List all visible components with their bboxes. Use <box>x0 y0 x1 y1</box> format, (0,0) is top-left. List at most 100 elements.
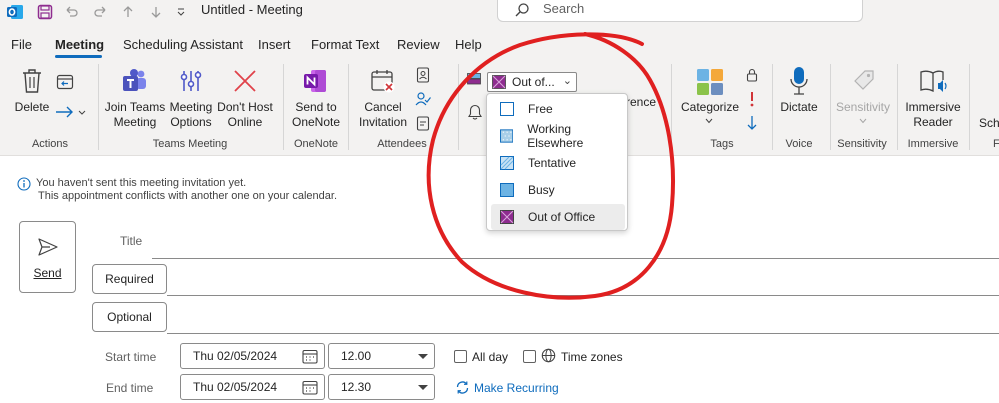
recurrence-icon[interactable] <box>455 380 470 395</box>
show-as-option-out-of-office[interactable]: Out of Office <box>491 204 625 230</box>
sensitivity-button: Sensitivity <box>835 100 891 114</box>
cancel-invitation-icon[interactable] <box>368 66 398 96</box>
address-book-icon[interactable] <box>414 66 432 84</box>
immersive-reader-icon[interactable] <box>917 66 951 96</box>
separator <box>348 64 349 150</box>
send-button[interactable]: Send <box>19 221 76 293</box>
cancel-invitation-line1: Cancel <box>364 100 402 114</box>
delete-icon[interactable] <box>18 66 46 96</box>
show-as-option-busy[interactable]: Busy <box>491 177 625 203</box>
info-message-line1: You haven't sent this meeting invitation… <box>36 177 247 189</box>
time-zones-globe-icon[interactable] <box>541 348 556 363</box>
end-time-field[interactable]: 12.30 <box>328 374 435 400</box>
low-importance-icon[interactable] <box>744 114 760 132</box>
search-input[interactable]: Search <box>497 0 863 22</box>
search-icon <box>515 3 529 17</box>
meeting-options-line2: Options <box>170 115 212 129</box>
save-icon[interactable] <box>34 0 56 24</box>
show-as-option-free[interactable]: Free <box>491 96 625 122</box>
delete-button[interactable]: Delete <box>12 100 52 115</box>
free-swatch-icon <box>500 102 514 116</box>
immersive-line2: Reader <box>913 115 953 129</box>
categorize-icon[interactable] <box>694 66 726 98</box>
separator <box>830 64 831 150</box>
separator <box>969 64 970 150</box>
private-lock-icon[interactable] <box>744 66 760 84</box>
immersive-reader-button[interactable]: Immersive Reader <box>902 100 964 130</box>
schedule-cutoff-label[interactable]: Sch <box>979 116 999 130</box>
cancel-invitation-button[interactable]: Cancel Invitation <box>356 100 410 130</box>
start-date-field[interactable]: Thu 02/05/2024 <box>180 343 325 369</box>
show-as-option-label: Tentative <box>528 156 577 170</box>
separator <box>671 64 672 150</box>
outlook-icon <box>4 0 26 24</box>
dont-host-online-button[interactable]: Don't Host Online <box>214 100 276 130</box>
tab-review[interactable]: Review <box>397 37 440 52</box>
close-x-icon[interactable] <box>230 66 260 96</box>
optional-button[interactable]: Optional <box>92 302 167 332</box>
redo-icon[interactable] <box>90 0 110 24</box>
optional-input[interactable] <box>167 333 999 334</box>
tab-format-text[interactable]: Format Text <box>311 37 379 52</box>
microphone-icon[interactable] <box>786 64 812 98</box>
title-input[interactable] <box>152 258 999 259</box>
group-actions-label: Actions <box>31 138 69 150</box>
show-as-option-working-elsewhere[interactable]: Working Elsewhere <box>491 122 625 150</box>
window-title: Untitled - Meeting <box>201 2 303 17</box>
tab-insert[interactable]: Insert <box>258 37 291 52</box>
end-time-value: 12.30 <box>341 380 372 394</box>
tab-meeting[interactable]: Meeting <box>55 37 104 52</box>
make-recurring-link[interactable]: Make Recurring <box>474 381 559 395</box>
time-zones-checkbox[interactable] <box>523 350 536 363</box>
forward-icon[interactable] <box>54 102 88 122</box>
calendar-move-icon[interactable] <box>54 72 76 92</box>
reminder-bell-icon[interactable] <box>466 102 484 122</box>
separator <box>98 64 99 150</box>
customize-quick-access-icon[interactable] <box>172 0 190 24</box>
response-options-icon[interactable] <box>414 114 432 132</box>
dont-host-line2: Online <box>227 115 263 129</box>
end-date-field[interactable]: Thu 02/05/2024 <box>180 374 325 400</box>
categorize-button[interactable]: Categorize <box>680 100 740 115</box>
meeting-options-button[interactable]: Meeting Options <box>166 100 216 130</box>
group-immersive-label: Immersive <box>907 138 959 150</box>
required-button[interactable]: Required <box>92 264 167 294</box>
group-cutoff-label: F <box>993 138 999 150</box>
calendar-icon[interactable] <box>302 380 318 395</box>
tab-help[interactable]: Help <box>455 37 482 52</box>
high-importance-icon[interactable] <box>746 90 758 108</box>
start-time-label: Start time <box>105 350 157 364</box>
required-input[interactable] <box>167 295 999 296</box>
separator <box>897 64 898 150</box>
sensitivity-chevron-icon <box>857 116 869 126</box>
dont-host-line1: Don't Host <box>217 100 273 114</box>
tab-file[interactable]: File <box>11 37 32 52</box>
info-icon <box>17 177 31 191</box>
tab-scheduling-assistant[interactable]: Scheduling Assistant <box>123 37 243 52</box>
onenote-icon[interactable] <box>300 66 330 96</box>
check-names-icon[interactable] <box>414 90 432 108</box>
time-zones-label[interactable]: Time zones <box>561 350 623 364</box>
dictate-button[interactable]: Dictate <box>776 100 822 115</box>
down-arrow-icon[interactable] <box>146 0 166 24</box>
group-onenote-label: OneNote <box>293 138 339 150</box>
join-teams-line2: Meeting <box>113 115 157 129</box>
all-day-checkbox[interactable] <box>454 350 467 363</box>
undo-icon[interactable] <box>62 0 82 24</box>
send-to-onenote-button[interactable]: Send to OneNote <box>290 100 342 130</box>
show-as-option-label: Free <box>528 102 553 116</box>
up-arrow-icon[interactable] <box>118 0 138 24</box>
start-time-field[interactable]: 12.00 <box>328 343 435 369</box>
search-placeholder: Search <box>543 1 585 16</box>
show-as-option-tentative[interactable]: Tentative <box>491 150 625 176</box>
calendar-icon[interactable] <box>302 349 318 364</box>
categorize-chevron-icon <box>703 116 715 126</box>
teams-icon[interactable] <box>120 66 150 96</box>
show-as-dropdown[interactable]: Out of... ⌄ <box>487 72 577 92</box>
separator <box>283 64 284 150</box>
meeting-options-icon[interactable] <box>176 66 206 96</box>
join-teams-meeting-button[interactable]: Join Teams Meeting <box>103 100 167 130</box>
out-of-office-swatch-icon <box>500 210 514 224</box>
chevron-down-icon: ⌄ <box>562 75 572 87</box>
title-label: Title <box>120 234 143 248</box>
